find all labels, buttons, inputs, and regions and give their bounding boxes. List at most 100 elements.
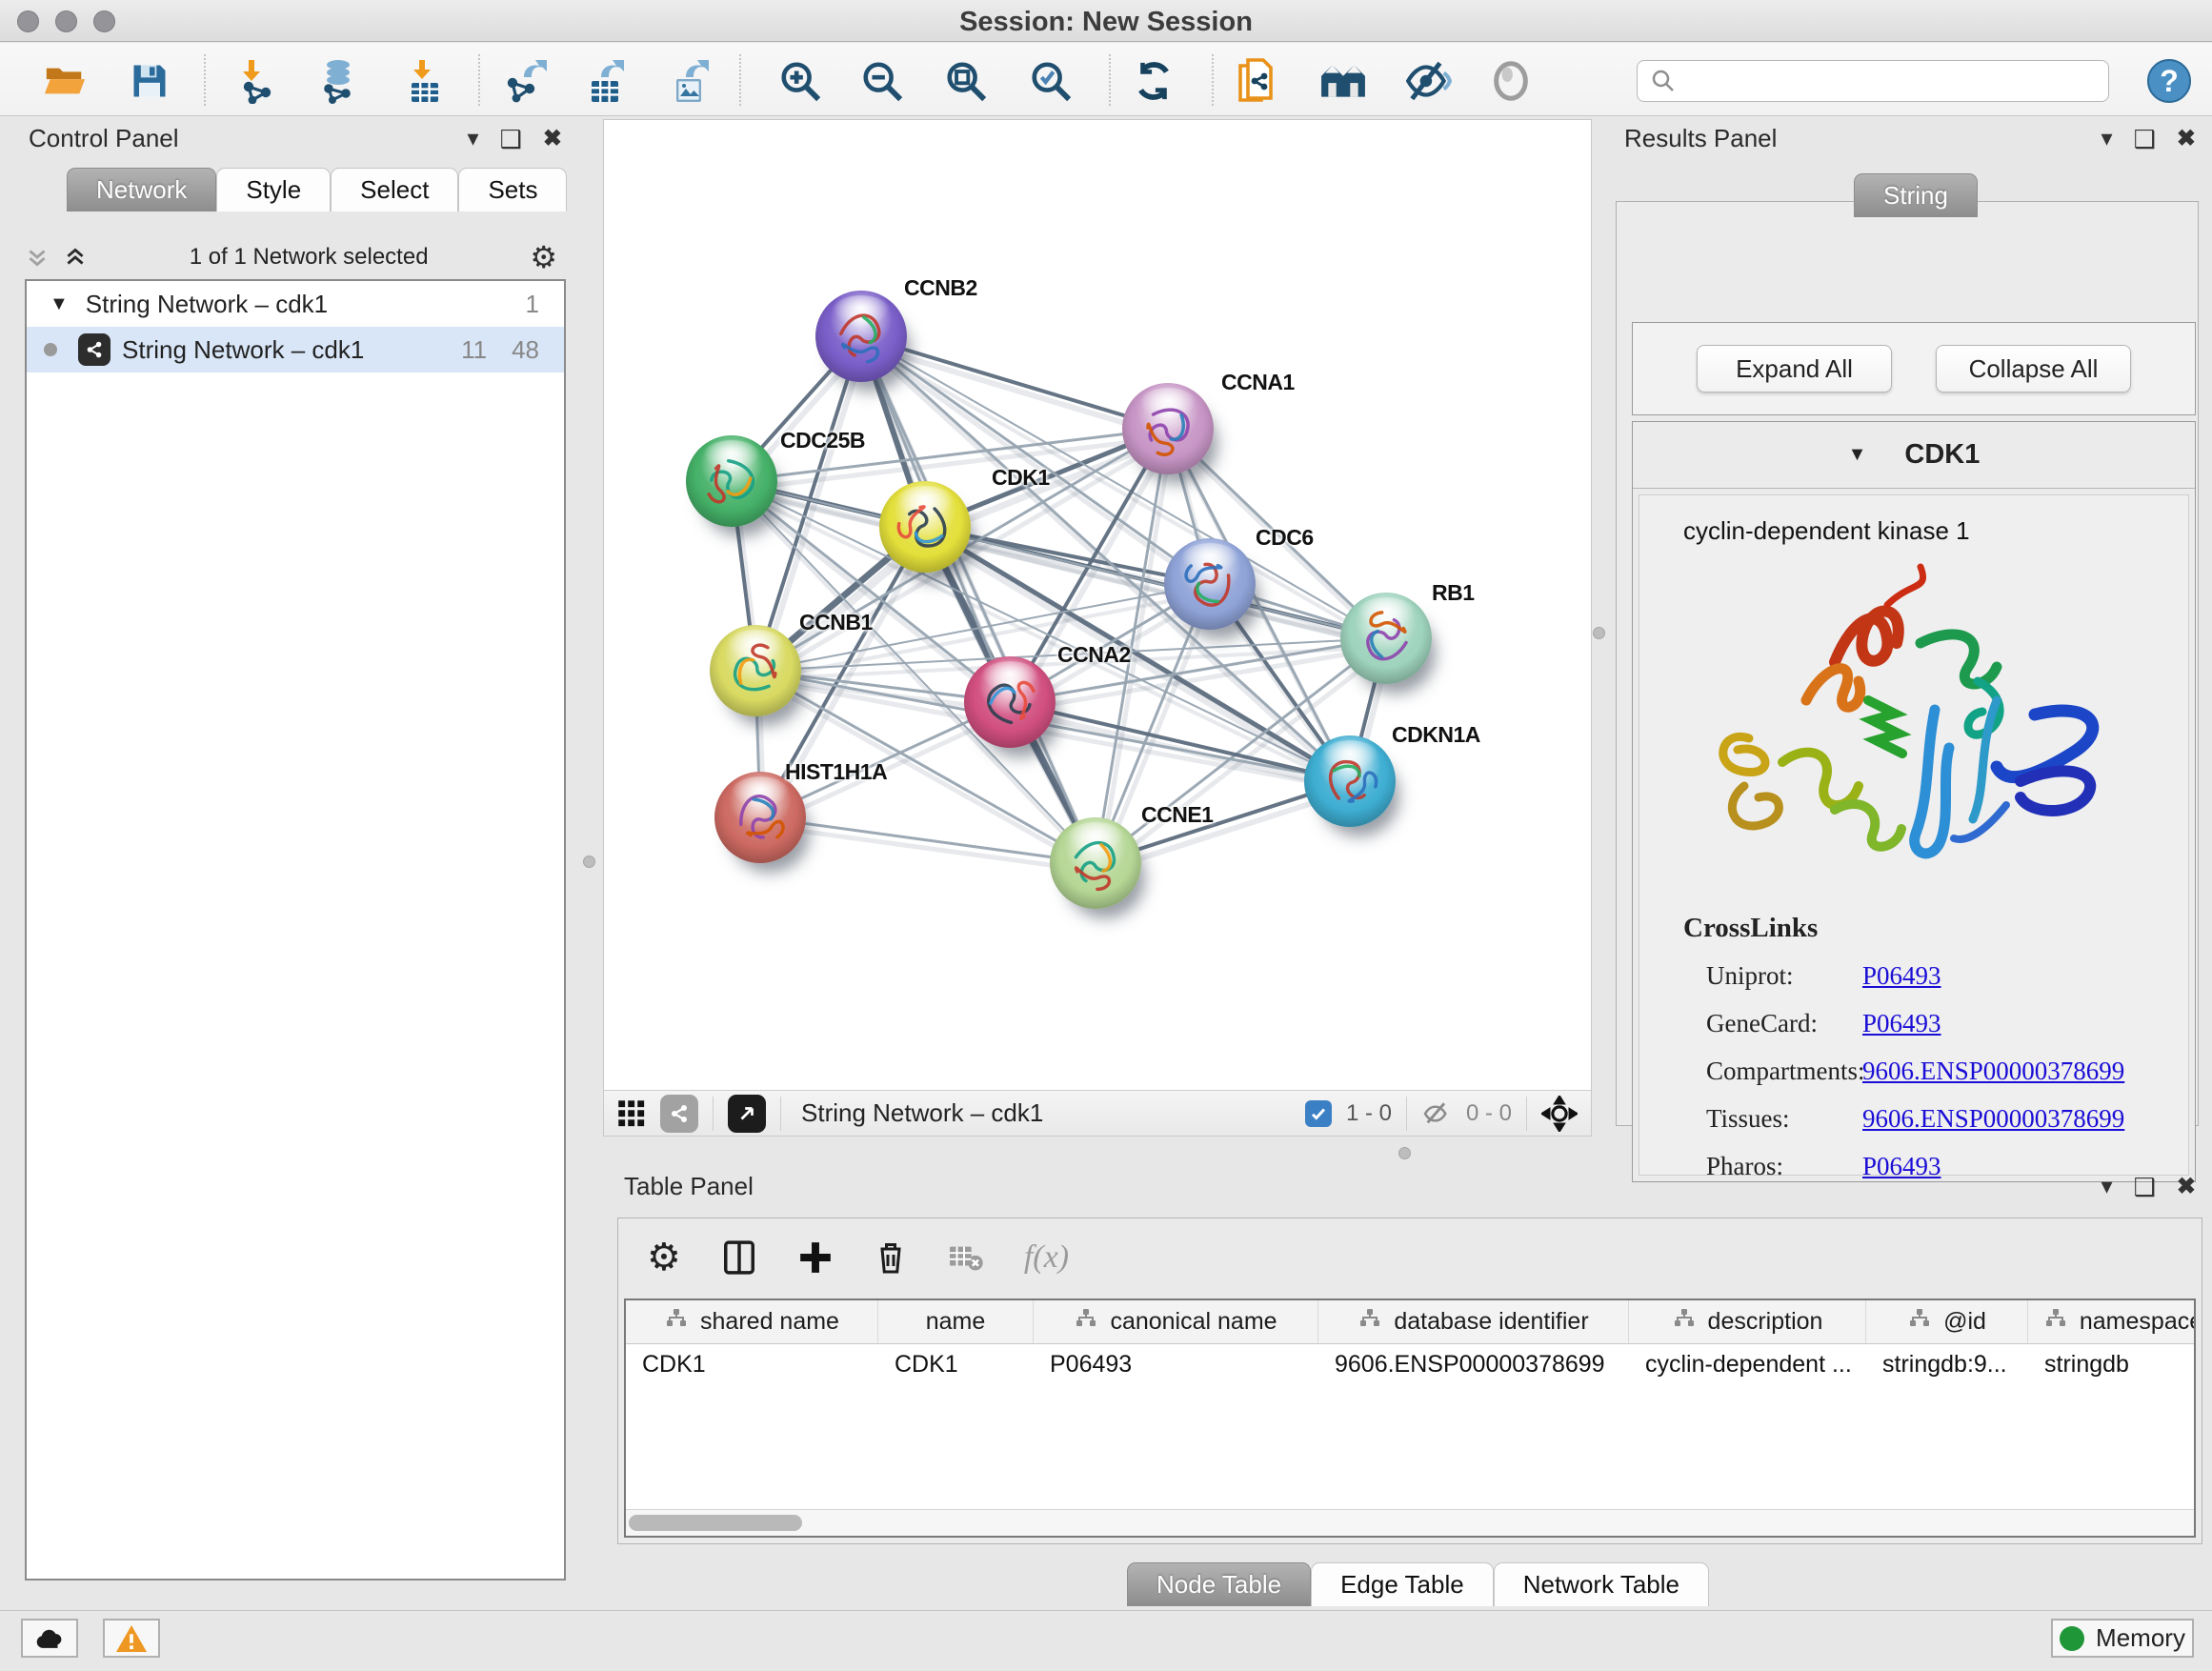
tab-string[interactable]: String: [1854, 173, 1978, 217]
column-header-namespace[interactable]: namespace: [2028, 1300, 2196, 1343]
warnings-button[interactable]: [103, 1619, 160, 1658]
export-table-icon[interactable]: [583, 57, 631, 105]
grid-view-icon[interactable]: [617, 1099, 646, 1128]
network-node-CCNB2[interactable]: [815, 291, 907, 382]
network-row-selected[interactable]: String Network – cdk1 11 48: [27, 327, 564, 372]
control-panel-title: Control Panel: [29, 124, 179, 153]
table-cell[interactable]: cyclin-dependent ...: [1629, 1351, 1866, 1379]
zoom-out-icon[interactable]: [858, 57, 906, 105]
column-type-icon: [664, 1307, 689, 1337]
network-node-HIST1H1A[interactable]: [714, 772, 806, 863]
crosslink-link[interactable]: P06493: [1862, 1009, 1941, 1038]
network-options-gear-icon[interactable]: ⚙: [530, 239, 557, 275]
table-cell[interactable]: CDK1: [626, 1351, 878, 1379]
import-network-file-icon[interactable]: [234, 57, 282, 105]
collapse-all-button[interactable]: Collapse All: [1936, 345, 2131, 393]
node-label-CDC6: CDC6: [1256, 525, 1314, 551]
network-node-CDK1[interactable]: [879, 481, 971, 573]
expand-all-button[interactable]: Expand All: [1697, 345, 1892, 393]
tab-sets[interactable]: Sets: [458, 168, 567, 211]
tab-node-table[interactable]: Node Table: [1127, 1562, 1311, 1606]
crosslink-link[interactable]: 9606.ENSP00000378699: [1862, 1057, 2124, 1086]
tab-style[interactable]: Style: [216, 168, 331, 211]
horizontal-splitter-handle[interactable]: [1398, 1147, 1411, 1159]
collapse-all-icon[interactable]: [25, 243, 50, 272]
float-panel-icon[interactable]: ❑: [2134, 1175, 2156, 1199]
close-panel-icon[interactable]: ✖: [543, 128, 562, 151]
network-node-CCNA1[interactable]: [1122, 383, 1214, 474]
panel-menu-icon[interactable]: ▾: [468, 128, 479, 151]
export-network-icon[interactable]: [500, 57, 548, 105]
table-cell[interactable]: 9606.ENSP00000378699: [1318, 1351, 1629, 1379]
search-input[interactable]: [1685, 62, 2108, 100]
close-panel-icon[interactable]: ✖: [2177, 128, 2196, 151]
network-node-CCNB1[interactable]: [710, 625, 801, 716]
column-header-description[interactable]: description: [1629, 1300, 1866, 1343]
close-panel-icon[interactable]: ✖: [2177, 1176, 2196, 1198]
network-node-CDC25B[interactable]: [686, 435, 777, 527]
share-document-icon[interactable]: [1236, 57, 1283, 105]
tab-network-table[interactable]: Network Table: [1494, 1562, 1709, 1606]
selected-nodes-checkbox[interactable]: [1305, 1100, 1332, 1127]
zoom-fit-icon[interactable]: [942, 57, 990, 105]
table-cell[interactable]: P06493: [1034, 1351, 1318, 1379]
scrollbar-thumb[interactable]: [629, 1515, 802, 1531]
network-node-CCNA2[interactable]: [964, 656, 1056, 748]
refresh-layout-icon[interactable]: [1130, 57, 1177, 105]
hidden-elements-icon[interactable]: [1421, 1098, 1452, 1129]
crosslink-link[interactable]: P06493: [1862, 961, 1941, 991]
expand-all-icon[interactable]: [63, 243, 88, 272]
fit-selected-icon[interactable]: [1541, 1096, 1578, 1132]
table-options-gear-icon[interactable]: ⚙: [647, 1236, 681, 1279]
table-cell[interactable]: stringdb: [2028, 1351, 2196, 1379]
network-node-CDKN1A[interactable]: [1304, 735, 1396, 827]
column-header-name[interactable]: name: [878, 1300, 1034, 1343]
table-cell[interactable]: CDK1: [878, 1351, 1034, 1379]
panel-menu-icon[interactable]: ▾: [2101, 128, 2113, 151]
tab-select[interactable]: Select: [331, 168, 458, 211]
table-horizontal-scrollbar[interactable]: [626, 1509, 2194, 1536]
network-node-CCNE1[interactable]: [1050, 817, 1141, 909]
zoom-selected-icon[interactable]: [1027, 57, 1075, 105]
column-header-shared-name[interactable]: shared name: [626, 1300, 878, 1343]
network-node-CDC6[interactable]: [1164, 538, 1256, 630]
delete-column-icon[interactable]: [874, 1239, 908, 1276]
zoom-in-icon[interactable]: [776, 57, 824, 105]
cloud-button[interactable]: [21, 1619, 78, 1658]
memory-button[interactable]: Memory: [2051, 1619, 2194, 1658]
gene-expander-icon[interactable]: ▼: [1848, 444, 1867, 466]
show-columns-icon[interactable]: [721, 1239, 757, 1276]
import-network-database-icon[interactable]: [314, 57, 362, 105]
node-table[interactable]: shared namenamecanonical namedatabase id…: [624, 1299, 2196, 1538]
export-image-icon[interactable]: [666, 57, 714, 105]
collection-expander-icon[interactable]: ▼: [50, 293, 69, 315]
left-splitter-handle[interactable]: [583, 856, 595, 868]
column-header--id[interactable]: @id: [1866, 1300, 2028, 1343]
open-session-icon[interactable]: [41, 57, 89, 105]
save-session-icon[interactable]: [126, 57, 173, 105]
network-view[interactable]: CCNB2CCNA1CDC25BCDK1CDC6RB1CCNB1CCNA2CDK…: [603, 119, 1592, 1137]
share-view-icon[interactable]: [660, 1095, 698, 1133]
add-column-icon[interactable]: [797, 1239, 834, 1276]
search-box[interactable]: [1637, 60, 2109, 102]
network-canvas[interactable]: CCNB2CCNA1CDC25BCDK1CDC6RB1CCNB1CCNA2CDK…: [604, 120, 1591, 1090]
home-icon[interactable]: [1319, 57, 1367, 105]
float-panel-icon[interactable]: ❑: [2134, 127, 2156, 151]
table-row[interactable]: CDK1CDK1P064939606.ENSP00000378699cyclin…: [626, 1344, 2194, 1384]
help-icon[interactable]: ?: [2145, 57, 2193, 105]
tab-network[interactable]: Network: [67, 168, 216, 211]
panel-menu-icon[interactable]: ▾: [2101, 1176, 2113, 1198]
network-collection-row[interactable]: ▼ String Network – cdk1 1: [27, 281, 564, 327]
birds-eye-view-icon[interactable]: [728, 1095, 766, 1133]
show-hide-graphics-icon[interactable]: [1404, 57, 1452, 105]
import-table-file-icon[interactable]: [401, 57, 449, 105]
column-header-database-identifier[interactable]: database identifier: [1318, 1300, 1629, 1343]
float-panel-icon[interactable]: ❑: [500, 127, 522, 151]
crosslink-link[interactable]: 9606.ENSP00000378699: [1862, 1104, 2124, 1134]
table-cell[interactable]: stringdb:9...: [1866, 1351, 2028, 1379]
eye-disabled-icon: [1487, 57, 1535, 105]
tab-edge-table[interactable]: Edge Table: [1311, 1562, 1494, 1606]
column-header-canonical-name[interactable]: canonical name: [1034, 1300, 1318, 1343]
network-node-RB1[interactable]: [1340, 593, 1432, 684]
right-splitter-handle[interactable]: [1593, 627, 1605, 639]
